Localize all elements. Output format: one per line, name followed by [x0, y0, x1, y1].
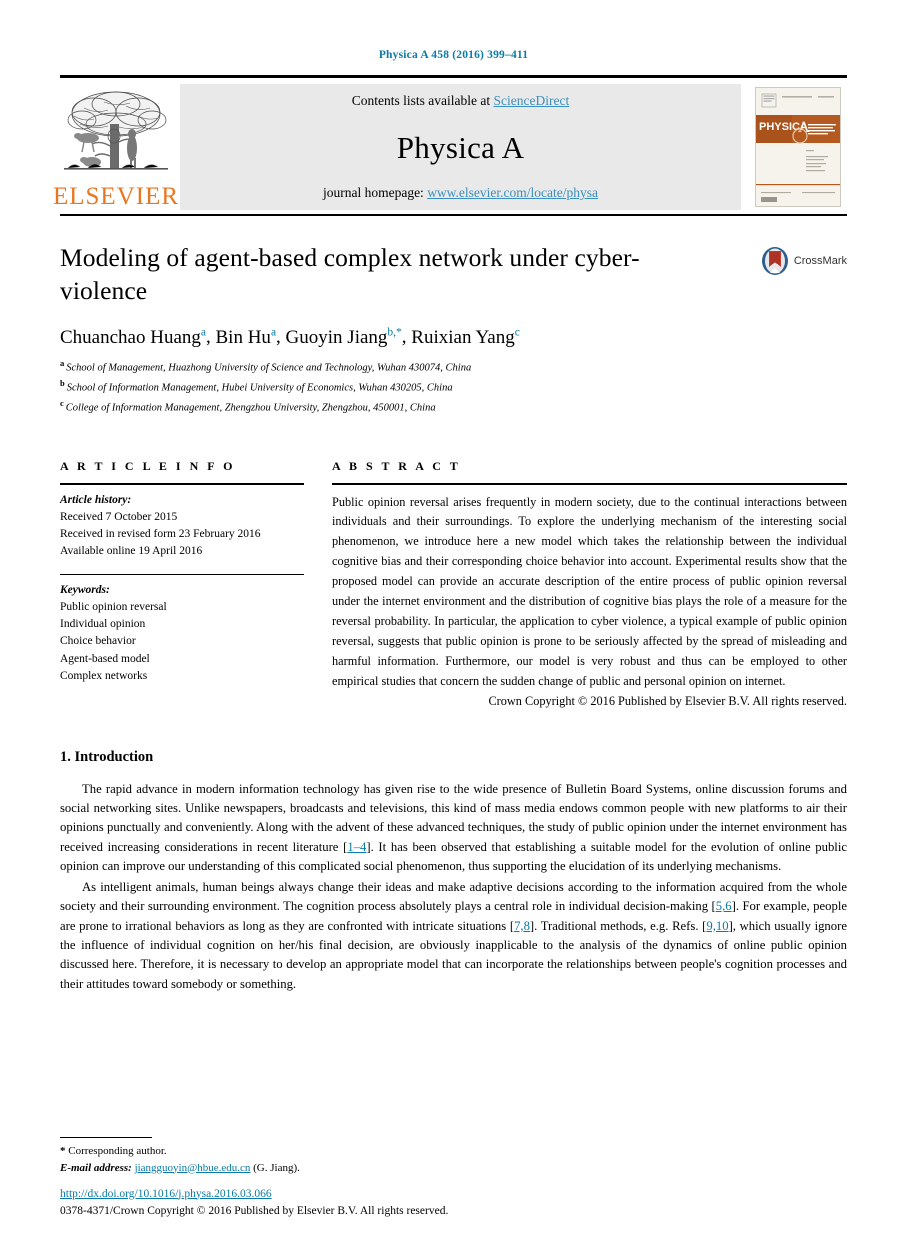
journal-cover-thumbnail: PHYSICA A	[755, 87, 841, 207]
author-sep: ,	[276, 326, 286, 348]
homepage-line: journal homepage: www.elsevier.com/locat…	[323, 185, 598, 201]
affiliation-mark: a	[60, 358, 65, 369]
paragraph: As intelligent animals, human beings alw…	[60, 878, 847, 994]
footnote-rule	[60, 1137, 152, 1138]
info-abstract-columns: A R T I C L E I N F O Article history: R…	[60, 459, 847, 709]
affiliation-text: College of Information Management, Zheng…	[65, 402, 436, 414]
affiliation-item: b School of Information Management, Hubei…	[60, 377, 847, 397]
corresponding-author-text: Corresponding author.	[68, 1145, 167, 1157]
corresponding-author-note: * Corresponding author.	[60, 1143, 560, 1160]
abstract-column: A B S T R A C T Public opinion reversal …	[332, 459, 847, 709]
journal-title: Physica A	[396, 129, 525, 165]
author-list: Chuanchao Huanga, Bin Hua, Guoyin Jiangb…	[60, 325, 847, 350]
contents-line: Contents lists available at ScienceDirec…	[352, 93, 569, 109]
citation-link[interactable]: 9,10	[706, 919, 728, 933]
author-affil-mark: b,*	[387, 326, 402, 339]
email-link[interactable]: jiangguoyin@hbue.edu.cn	[135, 1162, 251, 1174]
keyword-item: Individual opinion	[60, 618, 146, 631]
issn-copyright-line: 0378-4371/Crown Copyright © 2016 Publish…	[60, 1204, 449, 1217]
doi-block: http://dx.doi.org/10.1016/j.physa.2016.0…	[60, 1186, 448, 1221]
email-suffix: (G. Jiang).	[253, 1161, 300, 1174]
history-item: Available online 19 April 2016	[60, 545, 203, 558]
footnote-star: *	[60, 1145, 66, 1157]
email-label: E-mail address:	[60, 1161, 132, 1174]
citation-link[interactable]: 1–4	[347, 840, 366, 854]
keyword-item: Complex networks	[60, 669, 148, 682]
affiliation-item: a School of Management, Huazhong Universi…	[60, 357, 847, 377]
keywords: Keywords: Public opinion reversal Indivi…	[60, 575, 304, 686]
paragraph-text: ]. Traditional methods, e.g. Refs. [	[529, 918, 707, 933]
running-head: Physica A 458 (2016) 399–411	[378, 49, 529, 61]
author-name: Chuanchao Huang	[60, 326, 201, 348]
affiliation-text: School of Management, Huazhong Universit…	[66, 362, 472, 374]
masthead-center: Contents lists available at ScienceDirec…	[180, 84, 741, 210]
journal-masthead: ELSEVIER Contents lists available at Sci…	[53, 75, 847, 216]
contents-prefix: Contents lists available at	[351, 93, 494, 108]
author-sep: ,	[401, 326, 412, 348]
affiliation-item: c College of Information Management, Zhen…	[60, 397, 847, 417]
article-history-label: Article history:	[60, 493, 132, 506]
keywords-label: Keywords:	[60, 583, 110, 596]
author-sep: ,	[206, 326, 216, 348]
abstract-heading: A B S T R A C T	[332, 458, 461, 473]
title-block: Modeling of agent-based complex network …	[60, 242, 847, 307]
article-history: Article history: Received 7 October 2015…	[60, 485, 304, 561]
keyword-item: Public opinion reversal	[60, 600, 167, 613]
section-title-text: Introduction	[74, 748, 154, 765]
paper-page: Physica A 458 (2016) 399–411 ELSEVIER Co…	[0, 0, 907, 1238]
citation-link[interactable]: 5,6	[716, 899, 732, 913]
author-affil-mark: c	[514, 326, 520, 339]
sciencedirect-link[interactable]: ScienceDirect	[494, 93, 570, 108]
author-item: Bin Hua	[215, 326, 277, 348]
crossmark-badge[interactable]: CrossMark	[760, 246, 847, 276]
keyword-item: Choice behavior	[60, 635, 136, 648]
doi-link[interactable]: http://dx.doi.org/10.1016/j.physa.2016.0…	[60, 1186, 448, 1203]
author-name: Bin Hu	[215, 326, 271, 348]
article-info-column: A R T I C L E I N F O Article history: R…	[60, 459, 304, 709]
author-name: Guoyin Jiang	[285, 326, 388, 348]
elsevier-tree-icon	[64, 91, 168, 170]
affiliation-list: a School of Management, Huazhong Universi…	[60, 357, 847, 416]
journal-cover: PHYSICA A	[749, 84, 847, 210]
history-item: Received 7 October 2015	[60, 510, 178, 523]
crossmark-label: CrossMark	[793, 255, 847, 267]
article-info-heading: A R T I C L E I N F O	[60, 458, 236, 473]
affiliation-text: School of Information Management, Hubei …	[66, 382, 453, 394]
crossmark-icon	[761, 247, 788, 275]
homepage-prefix: journal homepage:	[322, 185, 428, 200]
keyword-item: Agent-based model	[60, 652, 150, 665]
author-item: Guoyin Jiangb,*	[285, 326, 402, 348]
citation-link[interactable]: 7,8	[514, 919, 530, 933]
author-name: Ruixian Yang	[411, 326, 515, 348]
footnote-block: * Corresponding author. E-mail address: …	[60, 1137, 560, 1176]
abstract-copyright: Crown Copyright © 2016 Published by Else…	[488, 693, 847, 708]
author-item: Ruixian Yangc	[411, 326, 520, 348]
section-title: 1. Introduction	[60, 749, 847, 766]
affiliation-mark: c	[60, 397, 64, 408]
abstract-text: Public opinion reversal arises frequentl…	[332, 494, 847, 688]
page-title: Modeling of agent-based complex network …	[60, 243, 640, 305]
author-item: Chuanchao Huanga	[60, 326, 206, 348]
history-item: Received in revised form 23 February 201…	[60, 528, 261, 541]
affiliation-mark: b	[60, 378, 65, 389]
elsevier-wordmark: ELSEVIER	[52, 183, 180, 210]
introduction-section: 1. Introduction The rapid advance in mod…	[60, 749, 847, 994]
paragraph: The rapid advance in modern information …	[60, 780, 847, 876]
email-note: E-mail address: jiangguoyin@hbue.edu.cn …	[60, 1160, 560, 1177]
section-number: 1.	[60, 748, 71, 765]
journal-homepage-link[interactable]: www.elsevier.com/locate/physa	[427, 185, 598, 200]
elsevier-logo: ELSEVIER	[53, 84, 178, 210]
